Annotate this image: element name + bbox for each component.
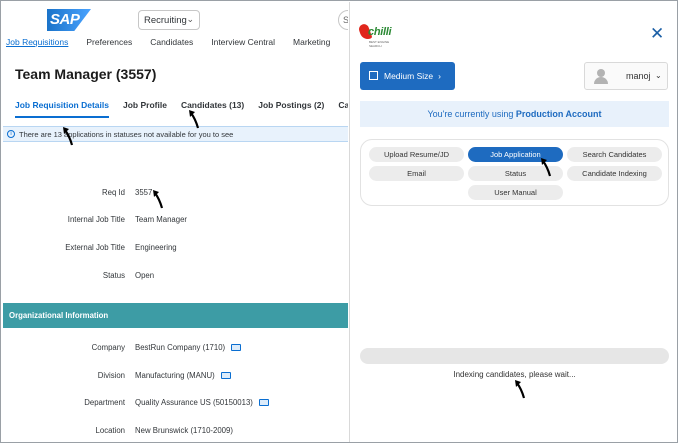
annotation-arrow-icon: [153, 190, 164, 209]
field-department: Department Quality Assurance US (5015001…: [2, 398, 348, 412]
user-menu[interactable]: manoj ⌄: [584, 62, 668, 90]
info-icon: i: [7, 130, 15, 138]
annotation-arrow-icon: [63, 127, 74, 146]
field-value-wrap: Manufacturing (MANU): [135, 371, 231, 380]
search-input[interactable]: Se: [338, 10, 348, 30]
info-banner: i There are 13 applications in statuses n…: [3, 126, 348, 142]
avatar-icon: [594, 69, 608, 84]
nav-preferences[interactable]: Preferences: [86, 37, 132, 47]
field-label: Location: [95, 426, 125, 435]
module-selector[interactable]: Recruiting ⌄: [138, 10, 200, 30]
nav-interview-central[interactable]: Interview Central: [211, 37, 275, 47]
tab-job-requisition-details[interactable]: Job Requisition Details: [15, 100, 109, 118]
sap-panel: SAP Recruiting ⌄ Se Job Requisitions Pref…: [2, 2, 348, 442]
field-internal-job-title: Internal Job Title Team Manager: [2, 215, 348, 229]
field-value-wrap: Quality Assurance US (50150013): [135, 398, 269, 407]
page-title: Team Manager (3557): [15, 66, 157, 82]
sap-logo[interactable]: SAP: [47, 9, 91, 31]
action-button-group: Upload Resume/JD Job Application Search …: [360, 139, 669, 206]
field-label: Req Id: [102, 188, 125, 197]
upload-resume-button[interactable]: Upload Resume/JD: [369, 147, 464, 162]
chilli-tagline: BEST ENGINE SEARCH: [369, 40, 390, 48]
chevron-right-icon: ›: [438, 71, 441, 81]
tab-job-postings[interactable]: Job Postings (2): [258, 100, 324, 110]
field-value: Manufacturing (MANU): [135, 371, 215, 380]
user-manual-button[interactable]: User Manual: [468, 185, 563, 200]
module-selector-label: Recruiting: [144, 15, 187, 26]
field-req-id: Req Id 3557: [2, 188, 348, 202]
field-external-job-title: External Job Title Engineering: [2, 243, 348, 257]
field-value: 3557: [135, 188, 153, 197]
annotation-arrow-icon: [189, 110, 200, 129]
chevron-down-icon: ⌄: [186, 14, 194, 24]
field-label: External Job Title: [65, 243, 125, 252]
info-text: There are 13 applications in statuses no…: [19, 130, 234, 139]
close-icon[interactable]: ✕: [650, 24, 664, 44]
details-icon[interactable]: [258, 399, 269, 407]
field-value-wrap: BestRun Company (1710): [135, 343, 242, 352]
nav-job-requisitions[interactable]: Job Requisitions: [6, 37, 68, 47]
sap-logo-text: SAP: [50, 11, 80, 28]
field-label: Status: [102, 271, 125, 280]
size-toggle-button[interactable]: Medium Size ›: [360, 62, 455, 90]
chilli-logo: chilli BEST ENGINE SEARCH: [357, 22, 396, 48]
field-value: Engineering: [135, 243, 177, 252]
field-value: New Brunswick (1710-2009): [135, 426, 233, 435]
section-header: Organizational Information: [3, 303, 348, 328]
field-status: Status Open: [2, 271, 348, 285]
requisition-tabs: Job Requisition Details Job Profile Candid…: [15, 100, 348, 118]
field-value: BestRun Company (1710): [135, 343, 226, 352]
tab-job-profile[interactable]: Job Profile: [123, 100, 167, 110]
size-button-label: Medium Size: [384, 71, 434, 81]
field-value: Quality Assurance US (50150013): [135, 398, 253, 407]
indexing-status: Indexing candidates, please wait...: [453, 370, 576, 379]
top-navigation: Job Requisitions Preferences Candidates Int…: [6, 37, 348, 51]
email-button[interactable]: Email: [369, 166, 464, 181]
field-label: Division: [97, 371, 125, 380]
search-placeholder: Se: [343, 15, 348, 25]
chilli-wordmark: chilli: [368, 26, 392, 38]
field-company: Company BestRun Company (1710): [2, 343, 348, 357]
account-banner-prefix: You're currently using: [427, 109, 516, 119]
candidate-indexing-button[interactable]: Candidate Indexing: [567, 166, 662, 181]
field-label: Internal Job Title: [67, 215, 125, 224]
tab-candidates-overflow[interactable]: Candidat: [338, 100, 348, 110]
screenshot-frame: SAP Recruiting ⌄ Se Job Requisitions Pref…: [0, 0, 678, 443]
annotation-arrow-icon: [541, 158, 552, 177]
nav-candidates[interactable]: Candidates: [150, 37, 193, 47]
resize-icon: [369, 71, 378, 80]
indexing-progress-bar: [360, 348, 669, 364]
details-icon[interactable]: [231, 344, 242, 352]
details-icon[interactable]: [220, 372, 231, 380]
nav-marketing[interactable]: Marketing: [293, 37, 330, 47]
field-value: Open: [135, 271, 155, 280]
chilli-panel: chilli BEST ENGINE SEARCH ✕ Medium Size ›…: [349, 2, 677, 442]
field-division: Division Manufacturing (MANU): [2, 371, 348, 385]
chevron-down-icon: ⌄: [655, 71, 662, 80]
account-name: Production Account: [515, 109, 602, 119]
field-value: Team Manager: [135, 215, 188, 224]
field-location: Location New Brunswick (1710-2009): [2, 426, 348, 440]
annotation-arrow-icon: [515, 380, 526, 399]
user-name: manoj: [626, 71, 651, 81]
account-banner: You're currently using Production Accoun…: [360, 101, 669, 127]
field-label: Company: [91, 343, 125, 352]
search-candidates-button[interactable]: Search Candidates: [567, 147, 662, 162]
field-label: Department: [84, 398, 125, 407]
